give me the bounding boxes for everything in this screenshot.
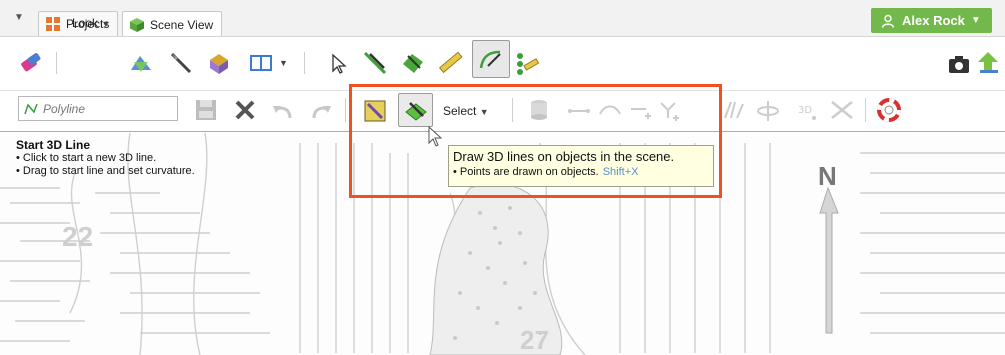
- redo-icon[interactable]: [308, 98, 334, 124]
- multi-line-icon[interactable]: [514, 50, 540, 76]
- save-icon[interactable]: [193, 97, 219, 123]
- map-label-number: 27: [520, 325, 549, 355]
- tab-menu-icon[interactable]: ▼: [14, 12, 26, 26]
- tab-scene-view[interactable]: Scene View: [122, 11, 223, 37]
- toolbar-separator: [865, 98, 866, 122]
- hint-line: • Drag to start line and set curvature.: [16, 165, 195, 177]
- polyline-placeholder: Polyline: [43, 101, 86, 116]
- hint-panel: Start 3D Line • Click to start a new 3D …: [16, 139, 195, 178]
- slice-icon[interactable]: [206, 50, 232, 76]
- axis-slicer-icon[interactable]: [168, 50, 194, 76]
- tab-bar: ▼ Projects Scene View Alex Rock ▼: [0, 0, 1005, 37]
- svg-text:3D: 3D: [798, 105, 812, 116]
- look-icon[interactable]: [128, 50, 154, 76]
- draw-on-object-icon[interactable]: [400, 50, 426, 76]
- look-button[interactable]: Look ▼: [72, 16, 110, 30]
- polyline-name-field[interactable]: Polyline: [18, 96, 178, 121]
- polyline-edit-icon: [479, 50, 501, 69]
- chevron-down-icon: ▼: [101, 19, 111, 29]
- chevron-down-icon: ▼: [970, 15, 981, 26]
- 3d-points-icon[interactable]: 3D: [793, 97, 819, 123]
- layout-icon[interactable]: [248, 50, 274, 76]
- toolbar-separator: [304, 52, 305, 74]
- camera-icon[interactable]: [946, 51, 972, 77]
- toolbar-separator: [56, 52, 57, 74]
- user-menu-button[interactable]: Alex Rock ▼: [871, 8, 992, 33]
- draw-line-icon[interactable]: [362, 50, 388, 76]
- toolbar-separator: [345, 98, 346, 122]
- clip-icon[interactable]: [829, 97, 855, 123]
- cube-icon: [130, 17, 144, 32]
- grid-icon: [46, 17, 60, 31]
- orbit-icon[interactable]: [755, 98, 781, 124]
- ruler-icon[interactable]: [437, 50, 463, 76]
- polyline-icon: [24, 103, 38, 114]
- upload-icon[interactable]: [975, 49, 1001, 75]
- eraser-icon[interactable]: [18, 51, 44, 77]
- user-name: Alex Rock: [902, 13, 965, 28]
- look-label: Look: [72, 16, 99, 30]
- chevron-down-icon[interactable]: ▼: [279, 58, 288, 68]
- mouse-cursor-icon: [428, 126, 443, 147]
- tab-scene-view-label: Scene View: [150, 17, 214, 32]
- hint-line: • Click to start a new 3D line.: [16, 152, 157, 164]
- delete-icon[interactable]: [232, 97, 258, 123]
- hint-title: Start 3D Line: [16, 138, 91, 152]
- undo-icon[interactable]: [270, 98, 296, 124]
- callout-highlight-box: [349, 84, 722, 198]
- north-arrow-label: N: [818, 161, 837, 191]
- arrow-select-icon[interactable]: [326, 51, 352, 77]
- person-icon: [881, 14, 895, 28]
- map-label-number: 22: [62, 221, 94, 252]
- split-icon[interactable]: [721, 98, 747, 124]
- help-lifebuoy-icon[interactable]: [876, 97, 902, 123]
